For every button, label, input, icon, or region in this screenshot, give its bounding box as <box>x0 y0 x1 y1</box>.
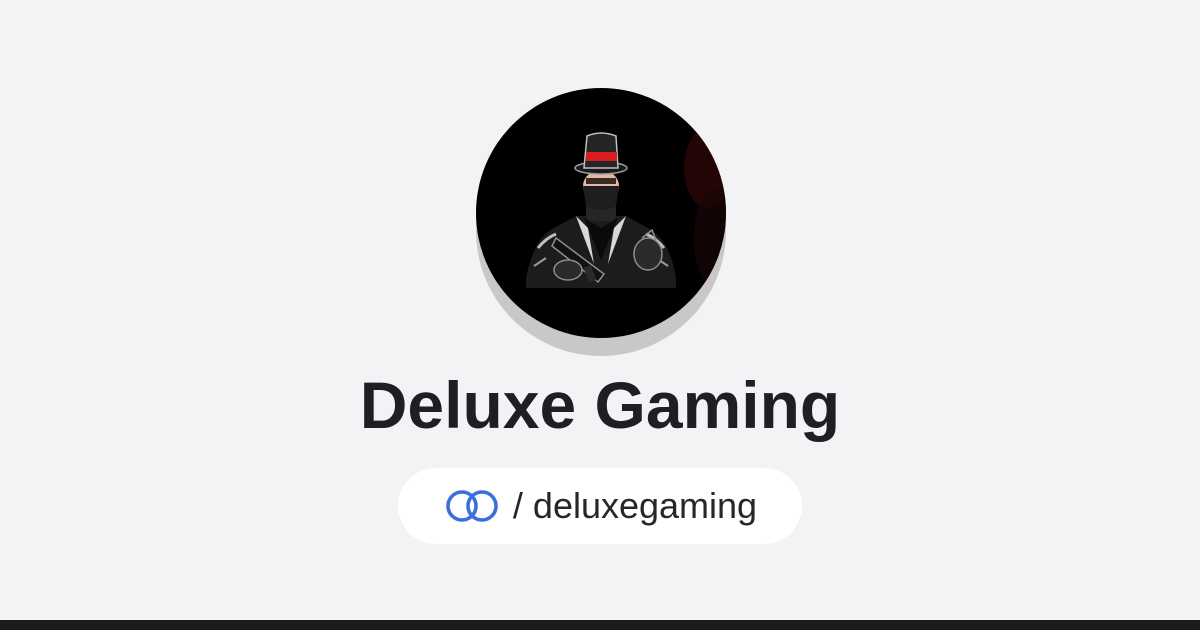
masked-gangster-avatar-icon <box>526 128 726 288</box>
handle-separator: / <box>512 485 523 526</box>
handle-username: deluxegaming <box>532 485 758 526</box>
page-title: Deluxe Gaming <box>359 368 841 442</box>
avatar-container <box>476 88 726 356</box>
avatar <box>476 88 726 338</box>
handle-text: / deluxegaming <box>513 468 757 544</box>
linktree-rings-icon <box>443 488 501 524</box>
profile-handle-link[interactable]: / deluxegaming <box>398 468 802 544</box>
bottom-bar <box>0 620 1200 630</box>
